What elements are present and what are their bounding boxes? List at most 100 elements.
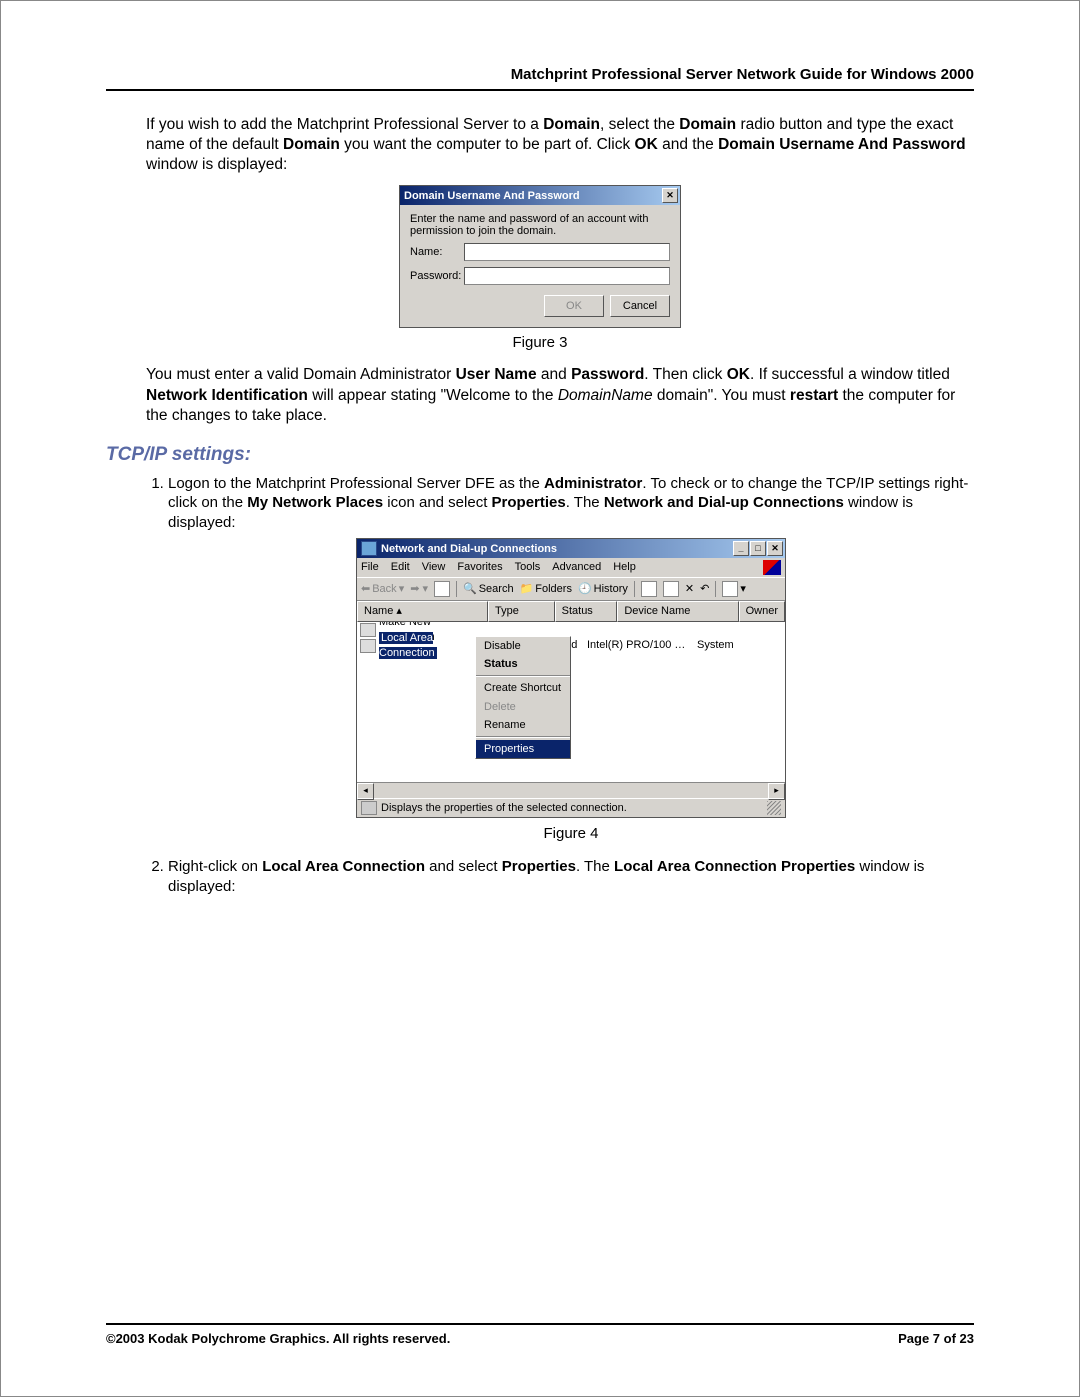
bold-domain: Domain bbox=[543, 116, 600, 133]
views-button[interactable]: ▾ bbox=[722, 581, 746, 597]
copy-to-icon[interactable] bbox=[663, 581, 679, 597]
dialog-titlebar: Domain Username And Password ✕ bbox=[400, 186, 680, 205]
menu-separator bbox=[476, 675, 570, 677]
context-menu: Disable Status Create Shortcut Delete Re… bbox=[475, 636, 571, 760]
step-1: Logon to the Matchprint Professional Ser… bbox=[168, 474, 974, 844]
bold-password: Password bbox=[571, 366, 644, 383]
text: icon and select bbox=[383, 494, 491, 511]
maximize-button[interactable]: □ bbox=[750, 541, 766, 556]
text: you want the computer to be part of. Cli… bbox=[340, 136, 635, 153]
copyright: ©2003 Kodak Polychrome Graphics. All rig… bbox=[106, 1331, 450, 1346]
text: and bbox=[537, 366, 571, 383]
scroll-right-icon[interactable]: ▸ bbox=[768, 783, 785, 800]
forward-button[interactable]: ➡ ▾ bbox=[410, 582, 428, 596]
lan-icon bbox=[360, 639, 376, 653]
page-number: Page 7 of 23 bbox=[898, 1331, 974, 1346]
dialog-title: Domain Username And Password bbox=[404, 190, 580, 202]
menu-file[interactable]: File bbox=[361, 560, 379, 575]
password-label: Password: bbox=[410, 270, 464, 282]
scroll-left-icon[interactable]: ◂ bbox=[357, 783, 374, 800]
bold-user-name: User Name bbox=[456, 366, 537, 383]
close-button[interactable]: ✕ bbox=[662, 188, 678, 203]
page-footer: ©2003 Kodak Polychrome Graphics. All rig… bbox=[106, 1323, 974, 1346]
bold-ok: OK bbox=[635, 136, 658, 153]
name-input[interactable] bbox=[464, 243, 670, 261]
close-button[interactable]: ✕ bbox=[767, 541, 783, 556]
ctx-properties[interactable]: Properties bbox=[476, 740, 570, 758]
wizard-icon bbox=[360, 623, 376, 637]
menu-edit[interactable]: Edit bbox=[391, 560, 410, 575]
text: domain". You must bbox=[653, 387, 790, 404]
menu-view[interactable]: View bbox=[422, 560, 446, 575]
bold-domain: Domain bbox=[679, 116, 736, 133]
col-device-name[interactable]: Device Name bbox=[617, 601, 738, 621]
menu-separator bbox=[476, 736, 570, 738]
separator bbox=[456, 581, 457, 597]
cancel-button[interactable]: Cancel bbox=[610, 295, 670, 317]
bold-properties: Properties bbox=[502, 858, 576, 875]
resize-grip-icon[interactable] bbox=[767, 801, 781, 815]
bold-domain: Domain bbox=[283, 136, 340, 153]
move-to-icon[interactable] bbox=[641, 581, 657, 597]
windows-flag-icon bbox=[763, 560, 781, 575]
bold-properties: Properties bbox=[492, 494, 566, 511]
list-item[interactable]: Local Area Connection LAN Enabled Intel(… bbox=[357, 638, 785, 654]
text: You must enter a valid Domain Administra… bbox=[146, 366, 456, 383]
menu-favorites[interactable]: Favorites bbox=[457, 560, 502, 575]
text: If you wish to add the Matchprint Profes… bbox=[146, 116, 543, 133]
col-name[interactable]: Name ▴ bbox=[357, 601, 488, 621]
col-owner[interactable]: Owner bbox=[739, 601, 785, 621]
ctx-create-shortcut[interactable]: Create Shortcut bbox=[476, 679, 570, 697]
name-label: Name: bbox=[410, 246, 464, 258]
status-bar: Displays the properties of the selected … bbox=[357, 798, 785, 817]
figure4-caption: Figure 4 bbox=[168, 824, 974, 844]
status-icon bbox=[361, 801, 377, 815]
window-title: Network and Dial-up Connections bbox=[381, 542, 557, 556]
sort-asc-icon: ▴ bbox=[396, 605, 402, 617]
bold-local-area-connection: Local Area Connection bbox=[262, 858, 425, 875]
history-button[interactable]: 🕘History bbox=[578, 582, 628, 596]
col-status[interactable]: Status bbox=[555, 601, 618, 621]
connection-list: Make New Connection Local Area Connectio… bbox=[357, 622, 785, 782]
back-button[interactable]: ⬅ Back ▾ bbox=[361, 582, 404, 596]
window-icon bbox=[361, 541, 377, 556]
ctx-status[interactable]: Status bbox=[476, 655, 570, 673]
password-input[interactable] bbox=[464, 267, 670, 285]
document-page: Matchprint Professional Server Network G… bbox=[0, 0, 1080, 1397]
separator bbox=[634, 581, 635, 597]
horizontal-scrollbar[interactable]: ◂ ▸ bbox=[357, 782, 785, 798]
ctx-disable[interactable]: Disable bbox=[476, 637, 570, 655]
cell-owner: System bbox=[697, 638, 734, 652]
bold-window-name: Network Identification bbox=[146, 387, 308, 404]
menu-advanced[interactable]: Advanced bbox=[552, 560, 601, 575]
text: , select the bbox=[600, 116, 679, 133]
ctx-rename[interactable]: Rename bbox=[476, 716, 570, 734]
domain-credentials-dialog: Domain Username And Password ✕ Enter the… bbox=[399, 185, 681, 328]
text: Logon to the Matchprint Professional Ser… bbox=[168, 475, 544, 492]
delete-icon[interactable]: ✕ bbox=[685, 582, 694, 596]
network-connections-window: Network and Dial-up Connections _ □ ✕ Fi… bbox=[356, 538, 786, 818]
section-title-tcpip: TCP/IP settings: bbox=[106, 444, 974, 466]
minimize-button[interactable]: _ bbox=[733, 541, 749, 556]
text: will appear stating "Welcome to the bbox=[308, 387, 558, 404]
col-type[interactable]: Type bbox=[488, 601, 555, 621]
column-headers: Name ▴ Type Status Device Name Owner bbox=[357, 600, 785, 621]
menu-bar: File Edit View Favorites Tools Advanced … bbox=[357, 558, 785, 577]
up-button[interactable] bbox=[434, 581, 450, 597]
text: . Then click bbox=[644, 366, 726, 383]
steps-list: Logon to the Matchprint Professional Ser… bbox=[146, 474, 974, 897]
dialog-message: Enter the name and password of an accoun… bbox=[410, 213, 670, 237]
search-button[interactable]: 🔍Search bbox=[463, 582, 514, 596]
folders-button[interactable]: 📁Folders bbox=[520, 582, 572, 596]
bold-window-name: Domain Username And Password bbox=[718, 136, 966, 153]
menu-help[interactable]: Help bbox=[613, 560, 636, 575]
bold-ok: OK bbox=[727, 366, 750, 383]
ok-button[interactable]: OK bbox=[544, 295, 604, 317]
menu-tools[interactable]: Tools bbox=[515, 560, 541, 575]
undo-icon[interactable]: ↶ bbox=[700, 582, 709, 596]
toolbar: ⬅ Back ▾ ➡ ▾ 🔍Search 📁Folders 🕘History ✕… bbox=[357, 577, 785, 600]
page-header: Matchprint Professional Server Network G… bbox=[106, 66, 974, 91]
after-figure3-paragraph: You must enter a valid Domain Administra… bbox=[146, 365, 974, 425]
text: . If successful a window titled bbox=[750, 366, 950, 383]
text: Right-click on bbox=[168, 858, 262, 875]
